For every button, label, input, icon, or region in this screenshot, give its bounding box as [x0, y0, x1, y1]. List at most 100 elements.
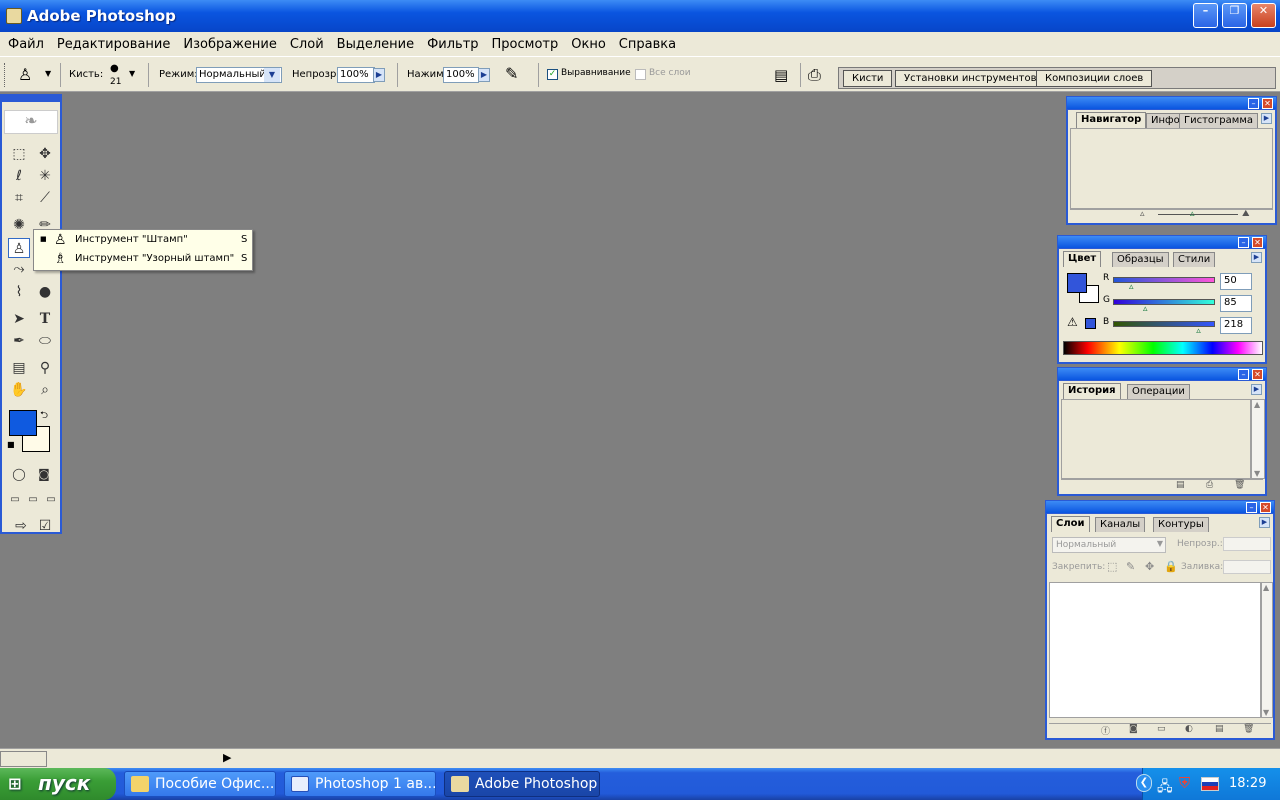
- scroll-down-icon[interactable]: ▼: [1263, 708, 1269, 717]
- history-list[interactable]: [1061, 399, 1251, 479]
- file-browser-icon[interactable]: ▤: [774, 66, 788, 84]
- all-layers-checkbox[interactable]: [635, 69, 646, 80]
- tab-color[interactable]: Цвет: [1063, 251, 1102, 267]
- path-selection-tool-icon[interactable]: ➤: [8, 309, 30, 329]
- pen-tool-icon[interactable]: ✒: [8, 331, 30, 351]
- dodge-tool-icon[interactable]: ●: [34, 282, 56, 302]
- menu-image[interactable]: Изображение: [178, 37, 281, 52]
- layer-mask-icon[interactable]: ◙: [1129, 724, 1138, 734]
- gamut-swatch[interactable]: [1085, 318, 1096, 329]
- fill-input[interactable]: [1223, 560, 1271, 574]
- slider-thumb-icon[interactable]: ▵: [1196, 326, 1201, 336]
- out-of-gamut-warning-icon[interactable]: ⚠: [1067, 315, 1078, 329]
- slider-thumb-icon[interactable]: ▵: [1129, 282, 1134, 292]
- scroll-up-icon[interactable]: ▲: [1254, 400, 1260, 409]
- lock-position-icon[interactable]: ✥: [1145, 560, 1154, 573]
- well-tab-brushes[interactable]: Кисти: [843, 70, 893, 87]
- tab-channels[interactable]: Каналы: [1095, 517, 1146, 532]
- flyout-item-clone-stamp[interactable]: ■ ♙ Инструмент "Штамп" S: [34, 231, 252, 250]
- palette-menu-arrow-icon[interactable]: ▶: [1251, 252, 1262, 263]
- tab-styles[interactable]: Стили: [1173, 252, 1216, 267]
- layers-scrollbar[interactable]: ▲ ▼: [1261, 582, 1273, 718]
- printer-icon[interactable]: ⎙: [808, 65, 821, 85]
- aligned-checkbox[interactable]: ✓: [547, 69, 558, 80]
- trash-icon[interactable]: 🗑: [1234, 480, 1245, 490]
- menu-view[interactable]: Просмотр: [487, 37, 564, 52]
- tab-layers[interactable]: Слои: [1051, 516, 1090, 532]
- airbrush-icon[interactable]: ✎: [505, 64, 518, 83]
- options-grip[interactable]: [4, 63, 7, 87]
- status-menu-arrow-icon[interactable]: ▶: [223, 751, 231, 764]
- layer-style-icon[interactable]: ⓕ: [1101, 724, 1110, 737]
- tab-actions[interactable]: Операции: [1127, 384, 1190, 399]
- eyedropper-tool-icon[interactable]: ⚲: [34, 358, 56, 378]
- task-word-document[interactable]: Photoshop 1 ав...: [284, 771, 436, 797]
- palette-close-icon[interactable]: ✕: [1262, 98, 1273, 109]
- clone-stamp-tool-icon[interactable]: ♙: [8, 238, 30, 258]
- network-icon[interactable]: 🖧: [1157, 776, 1173, 800]
- palette-minimize-icon[interactable]: –: [1246, 502, 1257, 513]
- palette-close-icon[interactable]: ✕: [1260, 502, 1271, 513]
- lasso-tool-icon[interactable]: ℓ: [8, 166, 30, 186]
- menu-edit[interactable]: Редактирование: [52, 37, 175, 52]
- tab-history[interactable]: История: [1063, 383, 1121, 399]
- minimize-button[interactable]: –: [1193, 3, 1218, 28]
- slice-tool-icon[interactable]: ⟋: [34, 188, 56, 208]
- menu-help[interactable]: Справка: [614, 37, 681, 52]
- clock[interactable]: 18:29: [1229, 776, 1266, 791]
- antivirus-shield-icon[interactable]: ⛨: [1179, 774, 1190, 792]
- adjustment-layer-icon[interactable]: ◐: [1185, 724, 1193, 734]
- menu-layer[interactable]: Слой: [285, 37, 329, 52]
- zoom-slider-track[interactable]: [1158, 214, 1238, 215]
- palette-close-icon[interactable]: ✕: [1252, 369, 1263, 380]
- lock-all-icon[interactable]: 🔒: [1164, 560, 1178, 573]
- palette-titlebar[interactable]: – ✕: [1066, 96, 1277, 110]
- menu-window[interactable]: Окно: [566, 37, 611, 52]
- layers-list[interactable]: [1049, 582, 1261, 718]
- quick-mask-mode-icon[interactable]: ◙: [33, 464, 55, 484]
- task-photoshop[interactable]: Adobe Photoshop: [444, 771, 600, 797]
- channel-slider-g[interactable]: [1113, 299, 1215, 305]
- slider-thumb-icon[interactable]: ▵: [1143, 304, 1148, 314]
- marquee-tool-icon[interactable]: ⬚: [8, 144, 30, 164]
- lock-image-icon[interactable]: ✎: [1126, 560, 1135, 573]
- navigator-preview[interactable]: [1070, 128, 1273, 210]
- palette-menu-arrow-icon[interactable]: ▶: [1251, 384, 1262, 395]
- jump-to-imageready-icon[interactable]: ⇨: [10, 516, 32, 536]
- mode-select[interactable]: Нормальный ▼: [196, 67, 282, 83]
- preset-dropdown-arrow-icon[interactable]: ▼: [45, 69, 51, 78]
- crop-tool-icon[interactable]: ⌗: [8, 188, 30, 208]
- zoom-in-icon[interactable]: ⛰: [1242, 209, 1250, 219]
- well-tab-layer-comps[interactable]: Композиции слоев: [1036, 70, 1153, 87]
- tab-histogram[interactable]: Гистограмма: [1179, 113, 1258, 128]
- notes-tool-icon[interactable]: ▤: [8, 358, 30, 378]
- palette-close-icon[interactable]: ✕: [1252, 237, 1263, 248]
- start-button[interactable]: ⊞ пуск: [0, 768, 116, 800]
- move-tool-icon[interactable]: ✥: [34, 144, 56, 164]
- brush-dot-icon[interactable]: ●: [110, 63, 119, 74]
- language-flag-icon[interactable]: [1201, 777, 1219, 791]
- well-tab-tool-presets[interactable]: Установки инструментов: [895, 70, 1046, 87]
- scroll-down-icon[interactable]: ▼: [1254, 469, 1260, 478]
- tab-swatches[interactable]: Образцы: [1112, 252, 1169, 267]
- photoshop-app-icon[interactable]: [6, 8, 22, 24]
- palette-minimize-icon[interactable]: –: [1248, 98, 1259, 109]
- new-snapshot-icon[interactable]: ⎙: [1206, 480, 1213, 490]
- palette-menu-arrow-icon[interactable]: ▶: [1259, 517, 1270, 528]
- trash-icon[interactable]: 🗑: [1243, 724, 1254, 734]
- opacity-slider-button[interactable]: ▶: [373, 68, 385, 82]
- standard-mode-icon[interactable]: ◯: [8, 464, 30, 484]
- default-colors-icon[interactable]: ■: [7, 440, 15, 449]
- healing-brush-tool-icon[interactable]: ✺: [8, 215, 30, 235]
- palette-menu-arrow-icon[interactable]: ▶: [1261, 113, 1272, 124]
- lock-transparency-icon[interactable]: ⬚: [1107, 560, 1117, 573]
- color-spectrum-bar[interactable]: [1063, 341, 1263, 355]
- palette-titlebar[interactable]: – ✕: [1045, 500, 1275, 514]
- palette-minimize-icon[interactable]: –: [1238, 237, 1249, 248]
- palette-titlebar[interactable]: – ✕: [1057, 367, 1267, 381]
- tab-navigator[interactable]: Навигатор: [1076, 112, 1147, 128]
- blend-mode-select[interactable]: Нормальный ▼: [1052, 537, 1166, 553]
- scroll-up-icon[interactable]: ▲: [1263, 583, 1269, 592]
- adobe-feather-icon[interactable]: ❧: [4, 110, 58, 134]
- menu-select[interactable]: Выделение: [332, 37, 419, 52]
